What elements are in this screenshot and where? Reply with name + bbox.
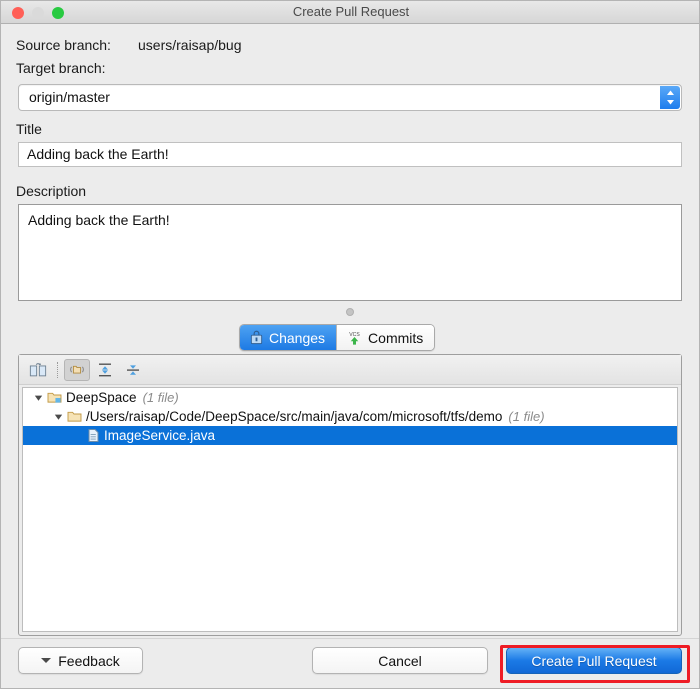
tree-row-file-count: (1 file): [508, 409, 544, 424]
description-textarea[interactable]: Adding back the Earth!: [18, 204, 682, 301]
changes-panel: DeepSpace (1 file) /Users/raisap/Code/Deep…: [18, 354, 682, 636]
dialog-content: Source branch: users/raisap/bug Target b…: [1, 24, 699, 688]
module-folder-icon: [47, 391, 62, 404]
tree-row-label: DeepSpace: [66, 390, 137, 405]
source-branch-value: users/raisap/bug: [138, 37, 242, 53]
expand-all-icon[interactable]: [92, 359, 118, 381]
collapse-all-icon[interactable]: [120, 359, 146, 381]
target-branch-label: Target branch:: [16, 60, 106, 76]
folder-icon: [67, 410, 82, 423]
create-pull-request-dialog: Create Pull Request Source branch: users…: [0, 0, 700, 689]
description-field-label: Description: [16, 183, 86, 199]
tree-row-label: /Users/raisap/Code/DeepSpace/src/main/ja…: [86, 409, 502, 424]
twisty-expanded-icon[interactable]: [33, 392, 44, 403]
tab-changes[interactable]: Changes: [240, 325, 336, 350]
create-pull-request-button-label: Create Pull Request: [531, 653, 656, 669]
twisty-placeholder[interactable]: [73, 430, 84, 441]
combobox-stepper-icon[interactable]: [660, 86, 680, 109]
svg-text:VCS: VCS: [349, 332, 360, 338]
window-titlebar: Create Pull Request: [1, 1, 700, 24]
twisty-expanded-icon[interactable]: [53, 411, 64, 422]
tree-row[interactable]: DeepSpace (1 file): [23, 388, 677, 407]
cancel-button-label: Cancel: [378, 653, 422, 669]
tree-row[interactable]: ImageService.java: [23, 426, 677, 445]
target-branch-combobox[interactable]: origin/master: [18, 84, 682, 111]
chevron-up-down-icon: [665, 89, 676, 106]
title-field-label: Title: [16, 121, 42, 137]
tab-commits[interactable]: VCS Commits: [336, 325, 434, 350]
splitter-handle-icon[interactable]: [346, 308, 354, 316]
description-textarea-value: Adding back the Earth!: [28, 212, 170, 228]
title-input[interactable]: Adding back the Earth!: [18, 142, 682, 167]
group-by-directory-icon[interactable]: [64, 359, 90, 381]
source-branch-label: Source branch:: [16, 37, 111, 53]
collapse-all-glyph: [125, 362, 141, 378]
show-diff-icon[interactable]: [25, 359, 51, 381]
changes-toolbar: [19, 355, 681, 385]
dialog-footer: Feedback Cancel Create Pull Request: [1, 638, 699, 689]
panel-splitter[interactable]: [18, 305, 682, 318]
window-title: Create Pull Request: [1, 1, 700, 23]
tab-changes-label: Changes: [269, 330, 325, 346]
changes-commits-tabs: Changes VCS Commits: [239, 324, 435, 351]
target-branch-selected-value: origin/master: [29, 85, 110, 110]
java-file-icon: [87, 428, 100, 443]
show-diff-glyph: [29, 362, 47, 378]
changes-icon: [249, 330, 264, 345]
toolbar-separator: [57, 362, 59, 378]
feedback-button-label: Feedback: [58, 653, 119, 669]
create-pull-request-button[interactable]: Create Pull Request: [506, 647, 682, 674]
vcs-commits-icon: VCS: [346, 330, 363, 346]
expand-all-glyph: [97, 362, 113, 378]
tree-row-label: ImageService.java: [104, 428, 215, 443]
title-input-value: Adding back the Earth!: [27, 143, 169, 166]
tree-row[interactable]: /Users/raisap/Code/DeepSpace/src/main/ja…: [23, 407, 677, 426]
chevron-down-icon: [41, 658, 51, 663]
tree-row-file-count: (1 file): [143, 390, 179, 405]
group-by-directory-glyph: [68, 362, 86, 377]
changed-files-tree[interactable]: DeepSpace (1 file) /Users/raisap/Code/Deep…: [22, 387, 678, 632]
cancel-button[interactable]: Cancel: [312, 647, 488, 674]
tab-commits-label: Commits: [368, 330, 423, 346]
feedback-button[interactable]: Feedback: [18, 647, 143, 674]
